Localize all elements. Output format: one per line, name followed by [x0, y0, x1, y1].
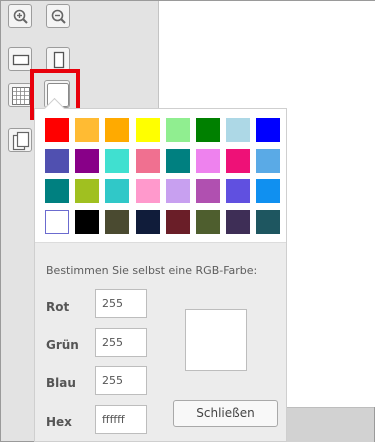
- color-swatch[interactable]: [75, 148, 100, 173]
- grid-button[interactable]: [8, 83, 32, 107]
- color-swatch[interactable]: [256, 118, 281, 142]
- color-swatch[interactable]: [105, 148, 130, 173]
- green-input[interactable]: [95, 328, 147, 357]
- color-swatch[interactable]: [256, 209, 281, 234]
- color-swatch[interactable]: [226, 118, 251, 142]
- zoom-out-button[interactable]: [46, 4, 70, 28]
- color-swatch[interactable]: [226, 148, 251, 173]
- color-swatch[interactable]: [196, 179, 220, 203]
- close-button[interactable]: Schließen: [173, 400, 278, 427]
- color-swatch[interactable]: [75, 118, 100, 142]
- green-label: Grün: [46, 338, 79, 352]
- blue-input[interactable]: [95, 366, 147, 395]
- color-swatch[interactable]: [135, 179, 160, 203]
- color-swatch[interactable]: [75, 209, 100, 234]
- color-swatch[interactable]: [105, 179, 130, 203]
- color-swatch[interactable]: [45, 179, 69, 203]
- portrait-page-button[interactable]: [46, 47, 70, 71]
- zoom-in-button[interactable]: [8, 4, 32, 28]
- color-swatch[interactable]: [165, 209, 190, 234]
- color-swatch[interactable]: [135, 209, 160, 234]
- color-preview: [185, 309, 247, 371]
- color-swatch[interactable]: [135, 148, 160, 173]
- copy-page-button[interactable]: [8, 128, 32, 152]
- color-palette: [35, 109, 286, 243]
- color-swatch[interactable]: [165, 118, 190, 142]
- color-swatch[interactable]: [75, 179, 100, 203]
- color-swatch[interactable]: [196, 118, 220, 142]
- hex-label: Hex: [46, 415, 72, 429]
- rgb-title: Bestimmen Sie selbst eine RGB-Farbe:: [46, 264, 258, 277]
- color-swatch[interactable]: [105, 118, 130, 142]
- zoom-out-icon: [51, 9, 66, 24]
- color-swatch[interactable]: [45, 148, 69, 173]
- color-swatch[interactable]: [105, 209, 130, 234]
- landscape-page-button[interactable]: [8, 47, 32, 71]
- color-picker-popup: Bestimmen Sie selbst eine RGB-Farbe: Rot…: [34, 97, 287, 442]
- hex-input[interactable]: [95, 405, 147, 434]
- copy-page-icon: [12, 131, 30, 151]
- color-swatch[interactable]: [165, 148, 190, 173]
- color-swatch[interactable]: [226, 179, 251, 203]
- color-swatch[interactable]: [165, 179, 190, 203]
- color-swatch[interactable]: [45, 118, 69, 142]
- color-swatch[interactable]: [196, 148, 220, 173]
- color-swatch[interactable]: [256, 179, 281, 203]
- blue-label: Blau: [46, 376, 76, 390]
- color-swatch[interactable]: [45, 209, 69, 234]
- zoom-in-icon: [13, 9, 28, 24]
- color-swatch[interactable]: [256, 148, 281, 173]
- color-swatch[interactable]: [226, 209, 251, 234]
- color-swatch[interactable]: [196, 209, 220, 234]
- color-swatch[interactable]: [135, 118, 160, 142]
- red-label: Rot: [46, 300, 70, 314]
- red-input[interactable]: [95, 289, 147, 318]
